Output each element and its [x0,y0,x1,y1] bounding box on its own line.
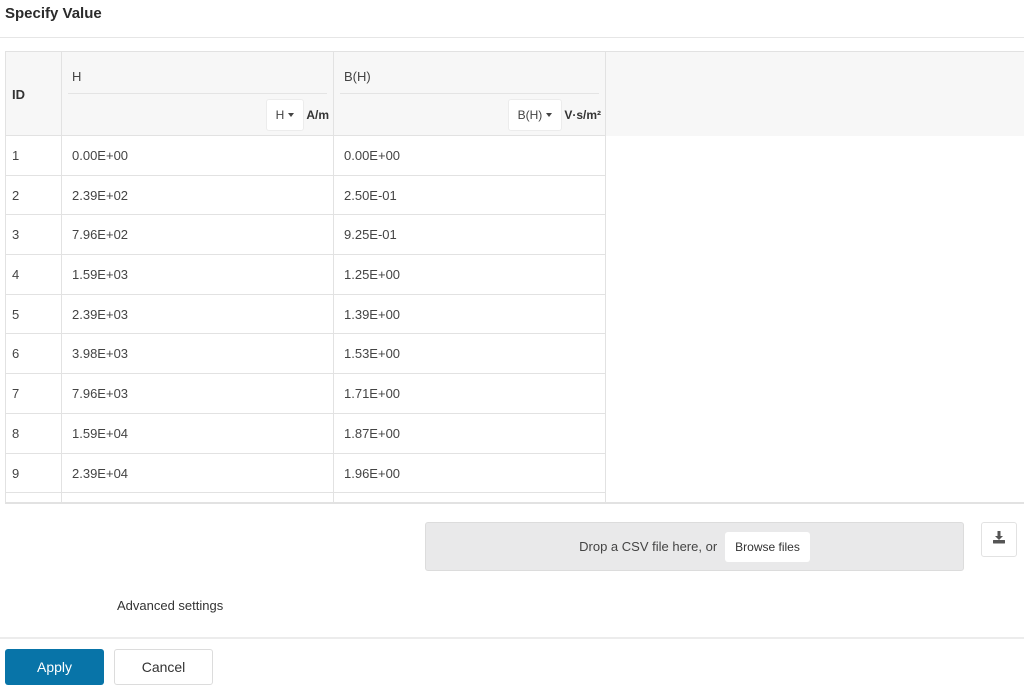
cell-b[interactable]: 2.50E-01 [334,175,606,215]
h-unit-label: A/m [306,108,329,122]
header-divider [68,93,327,94]
cell-h[interactable]: 1.59E+04 [62,413,334,453]
b-unit-row: B(H) V·s/m² [507,99,601,131]
download-icon [992,530,1006,549]
cell-b[interactable]: 1.71E+00 [334,374,606,413]
cancel-button[interactable]: Cancel [114,649,213,685]
title-divider [0,37,1024,38]
cell-b[interactable]: 1.53E+00 [334,334,606,374]
h-quantity-dropdown[interactable]: H [265,99,305,131]
h-unit-row: H A/m [265,99,329,131]
cell-id: 7 [6,374,62,413]
caret-down-icon [546,113,553,117]
download-button[interactable] [981,522,1017,557]
cell-b[interactable]: 0.00E+00 [334,136,606,175]
bh-curve-table: ID H H A/m B(H) B(H) V·s/m² 1 0.00E+00 0… [5,51,1024,504]
table-bottom-border [5,502,1024,504]
b-quantity-dropdown[interactable]: B(H) [507,99,563,131]
cell-id: 2 [6,175,62,215]
cell-h[interactable]: 2.39E+03 [62,294,334,334]
column-header-h-label: H [72,69,82,84]
column-header-id: ID [6,52,62,136]
csv-dropzone[interactable]: Drop a CSV file here, or Browse files [425,522,964,571]
dropzone-text: Drop a CSV file here, or [579,539,718,554]
cell-id: 6 [6,334,62,374]
table-body: 1 0.00E+00 0.00E+00 2 2.39E+02 2.50E-01 … [6,136,606,504]
cell-h[interactable]: 2.39E+02 [62,175,334,215]
cell-id: 5 [6,294,62,334]
advanced-settings-toggle[interactable]: Advanced settings [117,598,223,613]
cell-id: 9 [6,453,62,493]
cell-h[interactable]: 7.96E+03 [62,374,334,413]
footer-divider [0,637,1024,639]
cell-b[interactable]: 9.25E-01 [334,215,606,255]
cell-b[interactable]: 1.39E+00 [334,294,606,334]
cell-id: 1 [6,136,62,175]
dialog-title: Specify Value [5,5,102,22]
cell-b[interactable]: 1.25E+00 [334,255,606,294]
table-row: 9 2.39E+04 1.96E+00 [6,453,606,494]
b-quantity-value: B(H) [517,108,543,122]
table-row: 2 2.39E+02 2.50E-01 [6,175,606,216]
cell-id: 3 [6,215,62,255]
column-header-h: H H A/m [62,52,334,136]
table-row: 7 7.96E+03 1.71E+00 [6,374,606,414]
cell-b[interactable]: 1.96E+00 [334,453,606,493]
apply-button[interactable]: Apply [5,649,104,685]
cell-id: 8 [6,413,62,453]
cell-h[interactable]: 1.59E+03 [62,255,334,294]
cell-b[interactable]: 1.87E+00 [334,413,606,453]
cell-h[interactable]: 7.96E+02 [62,215,334,255]
browse-files-button[interactable]: Browse files [725,531,810,562]
column-header-id-label: ID [12,87,25,102]
cell-h[interactable]: 0.00E+00 [62,136,334,175]
table-row: 4 1.59E+03 1.25E+00 [6,255,606,295]
cell-h[interactable]: 3.98E+03 [62,334,334,374]
caret-down-icon [288,113,295,117]
cell-h[interactable]: 2.39E+04 [62,453,334,493]
h-quantity-value: H [275,108,285,122]
table-row: 5 2.39E+03 1.39E+00 [6,294,606,335]
b-unit-label: V·s/m² [564,108,601,122]
column-header-b: B(H) B(H) V·s/m² [334,52,606,136]
column-header-b-label: B(H) [344,69,371,84]
table-row: 8 1.59E+04 1.87E+00 [6,413,606,454]
table-row: 3 7.96E+02 9.25E-01 [6,215,606,256]
header-divider [340,93,599,94]
cell-id: 4 [6,255,62,294]
table-row: 1 0.00E+00 0.00E+00 [6,136,606,176]
table-row: 6 3.98E+03 1.53E+00 [6,334,606,375]
